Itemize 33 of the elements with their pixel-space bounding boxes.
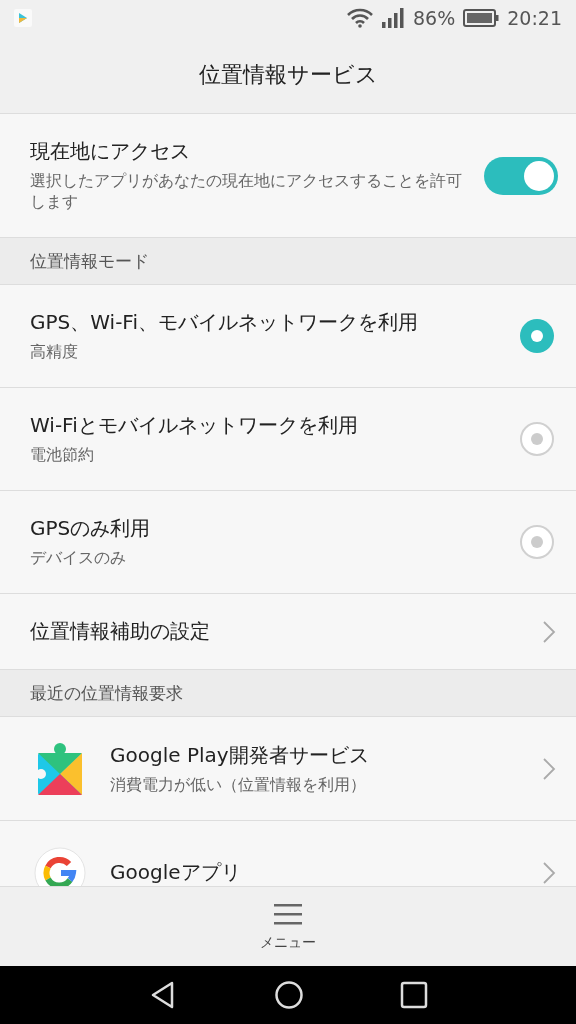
radio-button[interactable] [520,422,554,456]
menu-button[interactable]: メニュー [250,897,326,956]
option-title: Wi-Fiとモバイルネットワークを利用 [30,412,359,440]
play-store-icon [14,9,32,27]
radio-button[interactable] [520,319,554,353]
chevron-right-icon [542,756,556,781]
wifi-icon [347,8,373,28]
chevron-right-icon [542,619,556,644]
setting-title: 現在地にアクセス [30,138,191,166]
app-name: Googleアプリ [110,859,242,886]
app-name: Google Play開発者サービス [110,741,370,769]
radio-button[interactable] [520,525,554,559]
signal-icon [381,8,405,28]
section-header: 位置情報モード [30,249,149,273]
option-title: GPSのみ利用 [30,515,152,543]
option-subtitle: デバイスのみ [30,548,127,569]
battery-icon [463,9,500,27]
app-usage: 消費電力が低い（位置情報を利用） [110,774,367,796]
battery-percent: 86% [413,7,456,29]
clock-time: 20:21 [507,7,562,29]
option-subtitle: 高精度 [30,342,79,363]
toggle-switch[interactable] [484,156,558,195]
setting-link[interactable]: 位置情報補助の設定 [30,618,210,645]
recents-icon[interactable] [400,981,428,1009]
chevron-right-icon [542,860,556,885]
screen-title: 位置情報サービス [198,60,378,89]
option-title: GPS、Wi-Fi、モバイルネットワークを利用 [30,309,419,337]
section-header: 最近の位置情報要求 [30,681,183,705]
option-subtitle: 電池節約 [30,445,95,466]
menu-icon [273,901,303,926]
puzzle-icon [38,742,82,795]
setting-description: 選択したアプリがあなたの現在地にアクセスすることを許可します [30,171,463,213]
home-icon[interactable] [274,980,304,1010]
